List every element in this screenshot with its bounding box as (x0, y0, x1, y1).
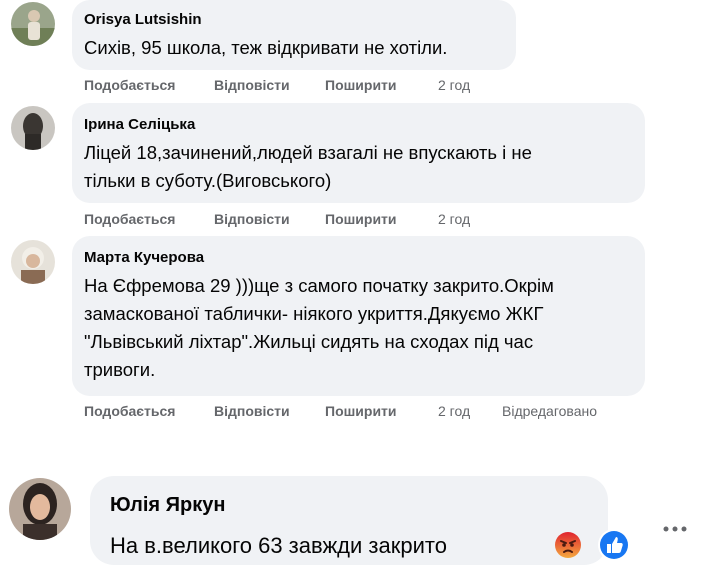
angry-icon (554, 531, 582, 559)
comment-author[interactable]: Orisya Lutsishin (84, 11, 202, 28)
comment-bubble: Orisya Lutsishin Сихів, 95 школа, теж ві… (72, 0, 516, 70)
comment-author[interactable]: Ірина Селіцька (84, 116, 195, 133)
comment-text-line: Ліцей 18,зачинений,людей взагалі не впус… (84, 142, 532, 163)
avatar[interactable] (11, 240, 55, 284)
reply-button[interactable]: Відповісти (214, 403, 290, 419)
like-icon (597, 528, 631, 562)
share-button[interactable]: Поширити (325, 403, 397, 419)
timestamp[interactable]: 2 год (438, 211, 470, 227)
like-button[interactable]: Подобається (84, 77, 175, 93)
like-button[interactable]: Подобається (84, 211, 175, 227)
comment-text-line: тривоги. (84, 359, 156, 380)
avatar[interactable] (11, 106, 55, 150)
comment-2: Ірина Селіцька Ліцей 18,зачинений,людей … (0, 103, 708, 233)
comment-actions: Подобається Відповісти Поширити 2 год (84, 77, 504, 95)
comment-text-line: Сихів, 95 школа, теж відкривати не хотіл… (84, 37, 448, 58)
reply-button[interactable]: Відповісти (214, 211, 290, 227)
comment-1: Orisya Lutsishin Сихів, 95 школа, теж ві… (0, 0, 708, 100)
comment-text-line: тільки в суботу.(Виговського) (84, 170, 332, 191)
comment-bubble: Марта Кучерова На Єфремова 29 )))ще з са… (72, 236, 645, 396)
more-options-icon[interactable] (662, 521, 688, 532)
comment-text-line: На в.великого 63 завжди закрито (110, 533, 447, 558)
comment-author[interactable]: Марта Кучерова (84, 249, 204, 266)
comment-text-line: замаскованої таблички- ніякого укриття.Д… (84, 303, 544, 324)
timestamp[interactable]: 2 год (438, 403, 470, 419)
avatar[interactable] (9, 478, 71, 540)
comment-bubble: Ірина Селіцька Ліцей 18,зачинений,людей … (72, 103, 645, 203)
reply-button[interactable]: Відповісти (214, 77, 290, 93)
comment-text-line: На Єфремова 29 )))ще з самого початку за… (84, 275, 554, 296)
share-button[interactable]: Поширити (325, 211, 397, 227)
share-button[interactable]: Поширити (325, 77, 397, 93)
edited-label: Відредаговано (502, 403, 598, 419)
timestamp[interactable]: 2 год (438, 77, 470, 93)
avatar[interactable] (11, 2, 55, 46)
comment-text-line: "Львівський ліхтар".Жильці сидять на схо… (84, 331, 534, 352)
comment-actions: Подобається Відповісти Поширити 2 год Ві… (84, 403, 644, 421)
comment-author[interactable]: Юлія Яркун (110, 494, 225, 517)
comment-actions: Подобається Відповісти Поширити 2 год (84, 211, 504, 229)
comment-3: Марта Кучерова На Єфремова 29 )))ще з са… (0, 236, 708, 426)
like-button[interactable]: Подобається (84, 403, 175, 419)
comment-4: Юлія Яркун На в.великого 63 завжди закри… (0, 470, 708, 565)
comment-bubble: Юлія Яркун На в.великого 63 завжди закри… (90, 476, 608, 565)
